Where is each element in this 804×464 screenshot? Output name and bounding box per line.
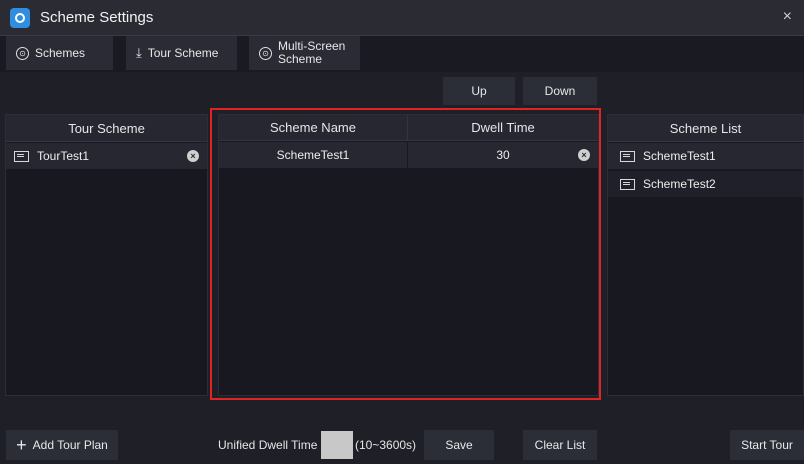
tab-bar: ⊙ Schemes ⤓ Tour Scheme ⊙ Multi-Screen S… xyxy=(0,36,804,72)
column-scheme-name: Scheme Name xyxy=(219,115,408,141)
title-bar: Scheme Settings × xyxy=(0,0,804,36)
scheme-icon xyxy=(620,178,635,190)
scheme-list-header: Scheme List xyxy=(608,115,803,142)
scheme-table: Scheme Name Dwell Time SchemeTest1 30 × xyxy=(218,114,599,396)
scheme-list-panel: Scheme List SchemeTest1 SchemeTest2 xyxy=(607,114,804,396)
list-item[interactable]: TourTest1 × xyxy=(6,143,207,169)
tour-name: TourTest1 xyxy=(37,149,90,163)
scheme-icon xyxy=(14,150,29,162)
table-header: Scheme Name Dwell Time xyxy=(219,115,598,141)
tour-scheme-panel: Tour Scheme TourTest1 × xyxy=(5,114,208,396)
circle-icon: ⊙ xyxy=(259,46,272,60)
remove-icon[interactable]: × xyxy=(578,149,590,161)
unified-dwell-range: (10~3600s) xyxy=(355,438,417,452)
tab-multi-screen-scheme[interactable]: ⊙ Multi-Screen Scheme xyxy=(249,36,360,70)
scheme-list-name: SchemeTest2 xyxy=(643,177,716,191)
scheme-icon xyxy=(620,150,635,162)
window-title: Scheme Settings xyxy=(40,9,154,26)
scheme-list-name: SchemeTest1 xyxy=(643,149,716,163)
unified-dwell-label: Unified Dwell Time xyxy=(218,438,318,452)
tab-label: Schemes xyxy=(35,46,86,60)
list-item[interactable]: SchemeTest1 xyxy=(608,143,803,169)
start-tour-button[interactable]: Start Tour xyxy=(730,430,804,460)
clear-list-button[interactable]: Clear List xyxy=(523,430,597,460)
dwell-value: 30 xyxy=(496,148,510,162)
table-row[interactable]: SchemeTest1 30 × xyxy=(219,142,598,168)
tab-schemes[interactable]: ⊙ Schemes xyxy=(6,36,113,70)
plus-icon: + xyxy=(16,435,27,455)
tab-label: Tour Scheme xyxy=(147,46,219,60)
column-dwell-time: Dwell Time xyxy=(408,115,598,141)
download-icon: ⤓ xyxy=(136,45,142,60)
tab-label: Multi-Screen Scheme xyxy=(278,39,346,66)
dwell-time-cell[interactable]: 30 × xyxy=(408,142,598,168)
app-logo-icon xyxy=(10,8,30,28)
scheme-name-cell: SchemeTest1 xyxy=(219,142,408,168)
circle-icon: ⊙ xyxy=(16,46,29,60)
tour-scheme-header: Tour Scheme xyxy=(6,115,207,142)
add-tour-plan-button[interactable]: + Add Tour Plan xyxy=(6,430,118,460)
close-icon[interactable]: × xyxy=(783,8,792,26)
remove-icon[interactable]: × xyxy=(187,150,199,162)
add-tour-plan-label: Add Tour Plan xyxy=(32,438,108,452)
unified-dwell-input[interactable] xyxy=(321,431,353,459)
list-item[interactable]: SchemeTest2 xyxy=(608,171,803,197)
save-button[interactable]: Save xyxy=(424,430,494,460)
tab-tour-scheme[interactable]: ⤓ Tour Scheme xyxy=(126,36,237,70)
up-button[interactable]: Up xyxy=(443,77,515,105)
down-button[interactable]: Down xyxy=(523,77,597,105)
